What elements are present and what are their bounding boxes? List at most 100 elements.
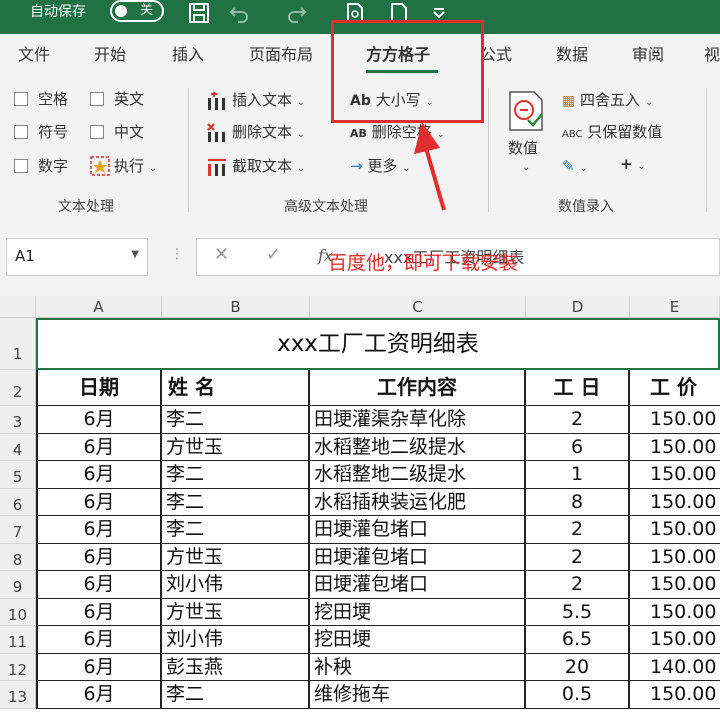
cell-date[interactable]: 6月 xyxy=(36,516,162,544)
cell-date[interactable]: 6月 xyxy=(36,543,162,571)
round-button[interactable]: ▦ 四舍五入 ⌄ xyxy=(562,90,653,113)
enter-icon[interactable]: ✓ xyxy=(266,244,281,265)
header-work[interactable]: 工作内容 xyxy=(310,370,526,406)
checkbox-english[interactable] xyxy=(90,92,104,106)
row-header[interactable]: 8 xyxy=(0,543,36,571)
row-header[interactable]: 2 xyxy=(0,370,36,406)
cell-name[interactable]: 方世玉 xyxy=(162,598,310,626)
cell-work[interactable]: 水稻整地二级提水 xyxy=(310,433,526,461)
cell-name[interactable]: 李二 xyxy=(162,681,310,709)
row-header[interactable]: 5 xyxy=(0,461,36,489)
cell-work[interactable]: 维修拖车 xyxy=(310,681,526,709)
cell-days[interactable]: 1 xyxy=(526,461,630,489)
cell-date[interactable]: 6月 xyxy=(36,433,162,461)
cell-price[interactable]: 150.00 xyxy=(630,516,720,544)
tab-review[interactable]: 审阅 xyxy=(632,44,664,66)
tab-formulas[interactable]: 公式 xyxy=(480,44,512,66)
cell-work[interactable]: 挖田埂 xyxy=(310,598,526,626)
cell-date[interactable]: 6月 xyxy=(36,598,162,626)
cell-name[interactable]: 刘小伟 xyxy=(162,626,310,654)
cell-price[interactable]: 150.00 xyxy=(630,434,720,461)
cell-days[interactable]: 8 xyxy=(526,488,630,516)
header-name[interactable]: 姓 名 xyxy=(162,370,310,406)
cell-name[interactable]: 方世玉 xyxy=(162,543,310,571)
cell-price[interactable]: 150.00 xyxy=(630,461,720,489)
cell-date[interactable]: 6月 xyxy=(36,653,162,681)
row-header[interactable]: 7 xyxy=(0,516,36,544)
delete-text-button[interactable]: 删除文本 ⌄ xyxy=(232,122,305,145)
value-button[interactable]: 数值 xyxy=(508,138,538,158)
cell-name[interactable]: 彭玉燕 xyxy=(162,653,310,681)
cell-price[interactable]: 140.00 xyxy=(630,654,720,681)
cell-days[interactable]: 6.5 xyxy=(526,626,630,654)
row-header[interactable]: 13 xyxy=(0,681,36,709)
cell-work[interactable]: 水稻整地二级提水 xyxy=(310,461,526,489)
cell-days[interactable]: 2 xyxy=(526,406,630,434)
cell-days[interactable]: 20 xyxy=(526,653,630,681)
cell-days[interactable]: 2 xyxy=(526,516,630,544)
cell-name[interactable]: 李二 xyxy=(162,461,310,489)
row-header[interactable]: 12 xyxy=(0,653,36,681)
cell-name[interactable]: 李二 xyxy=(162,488,310,516)
cell-date[interactable]: 6月 xyxy=(36,681,162,709)
cell-price[interactable]: 150.00 xyxy=(630,626,720,654)
column-header[interactable]: B xyxy=(162,296,310,318)
row-header[interactable]: 6 xyxy=(0,488,36,516)
cell-price[interactable]: 150.00 xyxy=(630,544,720,571)
cell-days[interactable]: 6 xyxy=(526,433,630,461)
cell-name[interactable]: 刘小伟 xyxy=(162,571,310,599)
add-button[interactable]: + ⌄ xyxy=(620,154,646,177)
cell-date[interactable]: 6月 xyxy=(36,406,162,434)
cell-work[interactable]: 水稻插秧装运化肥 xyxy=(310,488,526,516)
column-header[interactable]: D xyxy=(526,296,630,318)
extract-text-button[interactable]: 截取文本 ⌄ xyxy=(232,156,305,179)
row-header[interactable]: 4 xyxy=(0,433,36,461)
cell-price[interactable]: 150.00 xyxy=(630,599,720,626)
more-options-icon[interactable]: ⋮ xyxy=(170,246,184,262)
header-date[interactable]: 日期 xyxy=(36,370,162,406)
cell-work[interactable]: 田埂灌包堵口 xyxy=(310,543,526,571)
cell-work[interactable]: 田埂灌包堵口 xyxy=(310,571,526,599)
cell-date[interactable]: 6月 xyxy=(36,461,162,489)
checkbox-chinese[interactable] xyxy=(90,125,104,139)
execute-button[interactable]: 执行 ⌄ xyxy=(114,156,157,179)
tab-view[interactable]: 视 xyxy=(704,44,720,66)
chevron-down-icon[interactable]: ▼ xyxy=(131,249,139,260)
cell-days[interactable]: 0.5 xyxy=(526,681,630,709)
row-header[interactable]: 9 xyxy=(0,571,36,599)
save-icon[interactable] xyxy=(188,2,210,24)
row-header[interactable]: 3 xyxy=(0,406,36,434)
tab-page-layout[interactable]: 页面布局 xyxy=(249,44,313,66)
cell-price[interactable]: 150.00 xyxy=(630,681,720,709)
insert-text-button[interactable]: 插入文本 ⌄ xyxy=(232,90,305,113)
row-header[interactable]: 1 xyxy=(0,318,36,370)
keep-values-button[interactable]: ABC 只保留数值 xyxy=(562,122,662,145)
redo-icon[interactable] xyxy=(286,2,308,24)
header-price[interactable]: 工 价 xyxy=(630,370,720,406)
column-header[interactable]: E xyxy=(630,296,720,318)
cell-work[interactable]: 补秧 xyxy=(310,653,526,681)
tab-file[interactable]: 文件 xyxy=(18,44,50,66)
title-cell[interactable]: xxx工厂工资明细表 xyxy=(36,318,720,370)
cell-price[interactable]: 150.00 xyxy=(630,406,720,434)
cell-price[interactable]: 150.00 xyxy=(630,571,720,599)
row-header[interactable]: 11 xyxy=(0,626,36,654)
cell-days[interactable]: 2 xyxy=(526,543,630,571)
tab-data[interactable]: 数据 xyxy=(556,44,588,66)
cell-work[interactable]: 挖田埂 xyxy=(310,626,526,654)
cell-name[interactable]: 李二 xyxy=(162,516,310,544)
cell-name[interactable]: 李二 xyxy=(162,406,310,434)
checkbox-symbol[interactable] xyxy=(14,125,28,139)
checkbox-number[interactable] xyxy=(14,159,28,173)
cell-days[interactable]: 2 xyxy=(526,571,630,599)
row-header[interactable]: 10 xyxy=(0,598,36,626)
cell-date[interactable]: 6月 xyxy=(36,488,162,516)
undo-icon[interactable] xyxy=(228,2,250,24)
select-all-corner[interactable] xyxy=(0,296,36,318)
name-box[interactable]: A1 ▼ xyxy=(6,238,148,276)
cancel-icon[interactable]: ✕ xyxy=(214,244,229,265)
checkbox-space[interactable] xyxy=(14,92,28,106)
tab-insert[interactable]: 插入 xyxy=(172,44,204,66)
column-header[interactable]: A xyxy=(36,296,162,318)
cell-name[interactable]: 方世玉 xyxy=(162,433,310,461)
